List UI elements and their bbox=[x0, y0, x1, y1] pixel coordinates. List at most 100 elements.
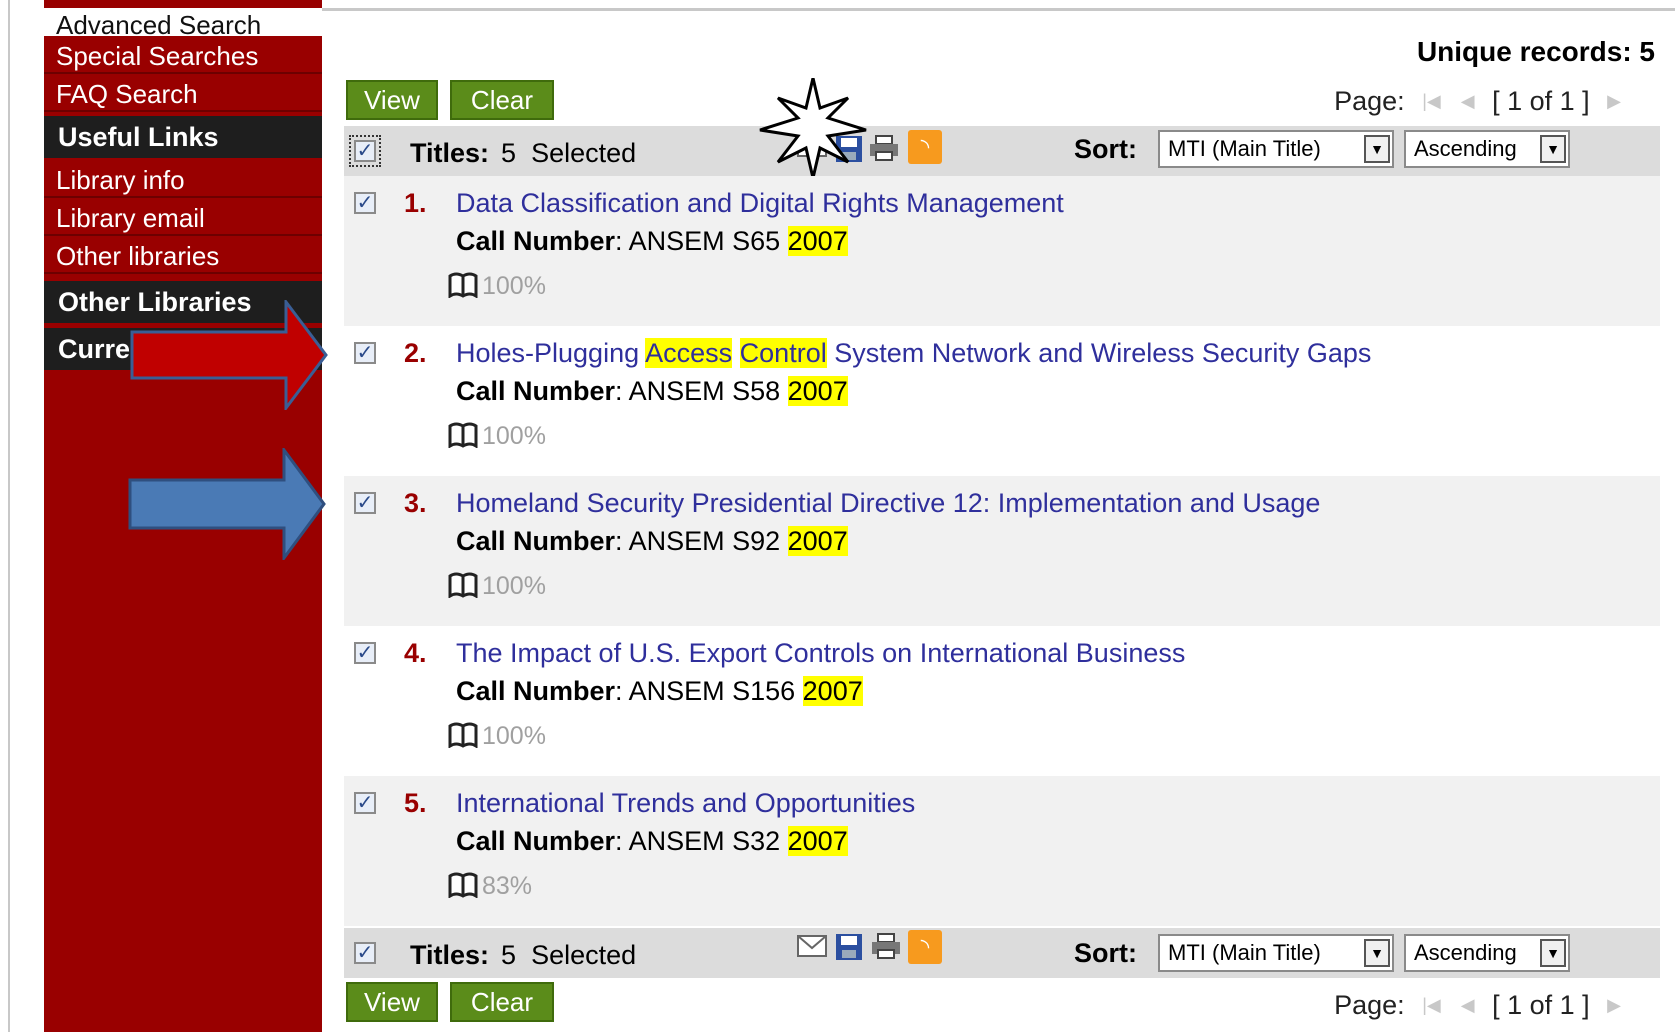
results-toolbar-top: ✓ Titles: 5 Selected ◝ Sort: MTI (Main Ti… bbox=[344, 78, 1660, 178]
page-value: [ 1 of 1 ] bbox=[1492, 86, 1590, 116]
title-highlight-access: Access bbox=[645, 338, 733, 368]
record-title-link[interactable]: Holes-Plugging Access Control System Net… bbox=[456, 338, 1371, 369]
email-icon[interactable] bbox=[796, 932, 830, 962]
print-icon[interactable] bbox=[868, 134, 900, 162]
chevron-down-icon[interactable]: ▼ bbox=[1540, 939, 1566, 967]
sort-order-value: Ascending bbox=[1414, 940, 1517, 965]
page-label: Page: bbox=[1334, 990, 1405, 1020]
next-page-icon[interactable]: ▶ bbox=[1607, 995, 1621, 1015]
chevron-down-icon[interactable]: ▼ bbox=[1540, 135, 1566, 163]
title-highlight-control: Control bbox=[739, 338, 827, 368]
sidebar-item-library-email[interactable]: Library email bbox=[44, 200, 322, 236]
titles-label: Titles: bbox=[410, 940, 490, 970]
view-button[interactable]: View bbox=[346, 982, 438, 1022]
sidebar-item-faq-search[interactable]: FAQ Search bbox=[44, 76, 322, 112]
book-icon bbox=[448, 872, 478, 898]
save-icon[interactable] bbox=[834, 932, 864, 962]
record-call-number: Call Number: ANSEM S65 2007 bbox=[456, 226, 848, 256]
sort-label: Sort: bbox=[1074, 938, 1137, 968]
record-checkbox[interactable]: ✓ bbox=[354, 492, 376, 514]
sort-field-select[interactable]: MTI (Main Title) ▼ bbox=[1158, 130, 1394, 168]
page-value: [ 1 of 1 ] bbox=[1492, 990, 1590, 1020]
record-call-number: Call Number: ANSEM S156 2007 bbox=[456, 676, 863, 706]
print-icon[interactable] bbox=[870, 932, 902, 960]
selected-label: Selected bbox=[531, 940, 637, 970]
call-number-label: Call Number bbox=[456, 676, 616, 706]
record-availability: 83% bbox=[448, 872, 532, 901]
record-call-number: Call Number: ANSEM S32 2007 bbox=[456, 826, 848, 856]
sort-order-select[interactable]: Ascending ▼ bbox=[1404, 934, 1570, 972]
prev-page-icon[interactable]: ◀ bbox=[1461, 91, 1475, 111]
sidebar-item-advanced-search[interactable]: Advanced Search bbox=[44, 8, 322, 40]
sidebar-item-other-libraries[interactable]: Other libraries bbox=[44, 238, 322, 274]
call-number-value: ANSEM S65 bbox=[628, 226, 781, 256]
sort-label: Sort: bbox=[1074, 134, 1137, 164]
record-title-link[interactable]: International Trends and Opportunities bbox=[456, 788, 915, 819]
prev-page-icon[interactable]: ◀ bbox=[1461, 995, 1475, 1015]
book-icon bbox=[448, 722, 478, 748]
red-annotation-arrow-icon bbox=[130, 300, 328, 410]
availability-percent: 83% bbox=[482, 872, 533, 900]
next-page-icon[interactable]: ▶ bbox=[1607, 91, 1621, 111]
pager-bottom: Page: |◀ ◀ [ 1 of 1 ] ▶ bbox=[1334, 990, 1631, 1021]
titles-count: 5 bbox=[501, 138, 517, 168]
title-text bbox=[732, 338, 740, 368]
book-icon bbox=[448, 422, 478, 448]
call-number-label: Call Number bbox=[456, 226, 616, 256]
record-availability: 100% bbox=[448, 722, 546, 751]
record-checkbox[interactable]: ✓ bbox=[354, 192, 376, 214]
record-year: 2007 bbox=[787, 826, 848, 856]
first-page-icon[interactable]: |◀ bbox=[1422, 995, 1441, 1015]
results-toolbar-bottom: ✓ Titles: 5 Selected ◝ Sort: MTI (Main Ti… bbox=[344, 928, 1660, 978]
record-checkbox[interactable]: ✓ bbox=[354, 342, 376, 364]
view-button[interactable]: View bbox=[346, 80, 438, 120]
call-number-value: ANSEM S32 bbox=[628, 826, 781, 856]
titles-label: Titles: bbox=[410, 138, 490, 168]
clear-button[interactable]: Clear bbox=[450, 80, 554, 120]
record-title-link[interactable]: Homeland Security Presidential Directive… bbox=[456, 488, 1320, 519]
record-availability: 100% bbox=[448, 272, 546, 301]
titles-selected-summary: Titles: 5 Selected bbox=[410, 940, 636, 971]
availability-percent: 100% bbox=[482, 722, 546, 750]
record-title-link[interactable]: The Impact of U.S. Export Controls on In… bbox=[456, 638, 1185, 669]
call-number-label: Call Number bbox=[456, 376, 616, 406]
call-number-value: ANSEM S92 bbox=[628, 526, 781, 556]
availability-percent: 100% bbox=[482, 272, 546, 300]
rss-icon[interactable]: ◝ bbox=[908, 930, 942, 964]
call-number-label: Call Number bbox=[456, 826, 616, 856]
record-availability: 100% bbox=[448, 422, 546, 451]
first-page-icon[interactable]: |◀ bbox=[1422, 91, 1441, 111]
record-checkbox[interactable]: ✓ bbox=[354, 642, 376, 664]
book-icon bbox=[448, 272, 478, 298]
sort-field-select[interactable]: MTI (Main Title) ▼ bbox=[1158, 934, 1394, 972]
result-record-2: ✓ 2. Holes-Plugging Access Control Syste… bbox=[344, 326, 1660, 476]
record-title-link[interactable]: Data Classification and Digital Rights M… bbox=[456, 188, 1064, 219]
pager-top: Page: |◀ ◀ [ 1 of 1 ] ▶ bbox=[1334, 86, 1631, 117]
record-number: 1. bbox=[404, 188, 427, 218]
title-text: System Network and Wireless Security Gap… bbox=[826, 338, 1372, 368]
chevron-down-icon[interactable]: ▼ bbox=[1364, 939, 1390, 967]
availability-percent: 100% bbox=[482, 422, 546, 450]
record-year: 2007 bbox=[802, 676, 863, 706]
select-all-checkbox[interactable]: ✓ bbox=[354, 942, 376, 964]
result-record-1: ✓ 1. Data Classification and Digital Rig… bbox=[344, 176, 1660, 326]
clear-button[interactable]: Clear bbox=[450, 982, 554, 1022]
select-all-checkbox[interactable]: ✓ bbox=[349, 135, 381, 167]
book-icon bbox=[448, 572, 478, 598]
result-record-4: ✓ 4. The Impact of U.S. Export Controls … bbox=[344, 626, 1660, 776]
blue-annotation-arrow-icon bbox=[128, 448, 326, 560]
sort-order-value: Ascending bbox=[1414, 136, 1517, 161]
title-text: Holes-Plugging bbox=[456, 338, 646, 368]
rss-icon[interactable]: ◝ bbox=[908, 130, 942, 164]
record-year: 2007 bbox=[787, 526, 848, 556]
sidebar-heading-useful-links: Useful Links bbox=[44, 116, 322, 158]
record-call-number: Call Number: ANSEM S58 2007 bbox=[456, 376, 848, 406]
chevron-down-icon[interactable]: ▼ bbox=[1364, 135, 1390, 163]
record-number: 4. bbox=[404, 638, 427, 668]
sidebar-item-special-searches[interactable]: Special Searches bbox=[44, 38, 322, 74]
sort-order-select[interactable]: Ascending ▼ bbox=[1404, 130, 1570, 168]
unique-records-count: Unique records: 5 bbox=[1416, 36, 1655, 67]
sidebar-item-library-info[interactable]: Library info bbox=[44, 162, 322, 198]
record-year: 2007 bbox=[787, 376, 848, 406]
record-checkbox[interactable]: ✓ bbox=[354, 792, 376, 814]
